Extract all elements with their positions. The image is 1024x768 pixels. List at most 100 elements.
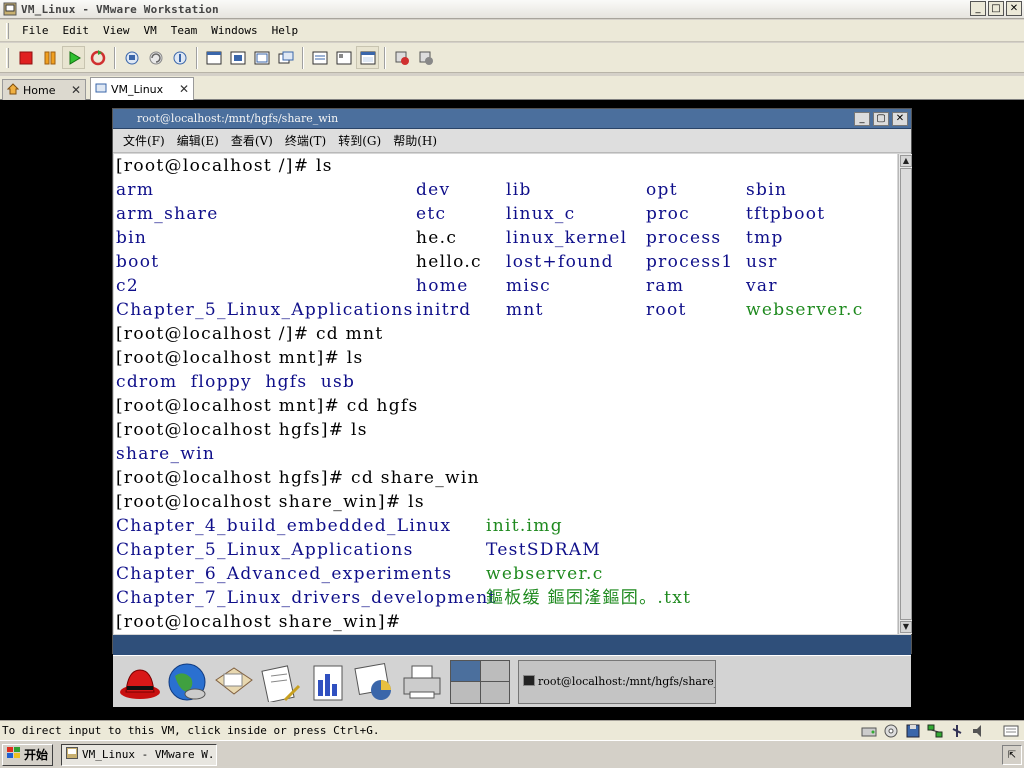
fit-guest-icon[interactable] bbox=[250, 46, 273, 69]
terminal-entry: [root@localhost hgfs]# ls bbox=[116, 420, 368, 440]
terminal-entry: mnt bbox=[506, 300, 544, 320]
tab-home[interactable]: Home ✕ bbox=[2, 79, 86, 100]
menu-windows[interactable]: Windows bbox=[204, 22, 264, 39]
tab-home-close-icon[interactable]: ✕ bbox=[71, 83, 81, 97]
terminal-entry: [root@localhost share_win]# bbox=[116, 612, 402, 632]
reset-icon[interactable] bbox=[86, 46, 109, 69]
guest-menu-go[interactable]: 转到(G) bbox=[332, 132, 387, 149]
toolbar bbox=[0, 43, 1024, 73]
workspace-4[interactable] bbox=[480, 682, 509, 703]
terminal-entry: init.img bbox=[486, 516, 563, 536]
guest-maximize-button[interactable]: ▢ bbox=[873, 111, 889, 126]
hard-disk-icon[interactable] bbox=[860, 723, 878, 739]
workspace-switcher[interactable] bbox=[450, 659, 510, 704]
scrollbar-thumb[interactable] bbox=[900, 168, 912, 620]
terminal-entry: process bbox=[646, 228, 722, 248]
snapshot-manager-icon[interactable] bbox=[168, 46, 191, 69]
terminal-line: Chapter_5_Linux_Applications TestSDRAM bbox=[116, 538, 896, 562]
guest-taskbar-terminal-label: root@localhost:/mnt/hgfs/share_wi bbox=[538, 675, 716, 688]
revert-snapshot-icon[interactable] bbox=[144, 46, 167, 69]
terminal-entry: root bbox=[646, 300, 687, 320]
home-icon bbox=[6, 82, 20, 98]
guest-minimize-button[interactable]: _ bbox=[854, 111, 870, 126]
terminal-line: Chapter_4_build_embedded_Linux init.img bbox=[116, 514, 896, 538]
connect-device-icon[interactable] bbox=[390, 46, 413, 69]
guest-terminal-title-bar[interactable]: root@localhost:/mnt/hgfs/share_win _ ▢ ✕ bbox=[113, 109, 911, 129]
console-view-icon[interactable] bbox=[356, 46, 379, 69]
guest-panel-edge bbox=[113, 635, 911, 655]
terminal-scrollbar[interactable]: ▲ ▼ bbox=[898, 154, 912, 634]
guest-menu-view[interactable]: 查看(V) bbox=[225, 132, 279, 149]
start-button[interactable]: 开始 bbox=[2, 743, 54, 766]
menu-view[interactable]: View bbox=[96, 22, 137, 39]
terminal-line: [root@localhost hgfs]# cd share_win bbox=[116, 466, 896, 490]
taskbar-vmware-button[interactable]: VM_Linux - VMware W... bbox=[61, 743, 218, 766]
mail-icon[interactable] bbox=[211, 659, 257, 705]
fit-window-icon[interactable] bbox=[274, 46, 297, 69]
windows-logo-icon bbox=[7, 747, 21, 762]
sound-icon[interactable] bbox=[970, 723, 988, 739]
tab-vm-linux-close-icon[interactable]: ✕ bbox=[179, 82, 189, 96]
toolbar-grip[interactable] bbox=[6, 47, 9, 68]
terminal-entry: tmp bbox=[746, 228, 784, 248]
menu-file[interactable]: File bbox=[15, 22, 56, 39]
menu-vm[interactable]: VM bbox=[137, 22, 164, 39]
redhat-menu-icon[interactable] bbox=[117, 659, 163, 705]
workspace-2[interactable] bbox=[480, 660, 509, 681]
scroll-down-icon[interactable]: ▼ bbox=[900, 621, 912, 633]
menu-team[interactable]: Team bbox=[164, 22, 205, 39]
cdrom-icon[interactable] bbox=[882, 723, 900, 739]
appliance-view-icon[interactable] bbox=[332, 46, 355, 69]
guest-terminal-window[interactable]: root@localhost:/mnt/hgfs/share_win _ ▢ ✕… bbox=[112, 108, 912, 654]
vmware-taskbar-icon bbox=[66, 747, 79, 762]
scroll-up-icon[interactable]: ▲ bbox=[900, 155, 912, 167]
guest-menu-file[interactable]: 文件(F) bbox=[117, 132, 171, 149]
disconnect-device-icon[interactable] bbox=[414, 46, 437, 69]
minimize-button[interactable]: _ bbox=[970, 1, 986, 16]
terminal-line: Chapter_5_Linux_Applications initrd mnt roo… bbox=[116, 298, 896, 322]
power-on-icon[interactable] bbox=[62, 46, 85, 69]
guest-terminal-menubar: 文件(F) 编辑(E) 查看(V) 终端(T) 转到(G) 帮助(H) bbox=[113, 129, 911, 153]
window-title-bar[interactable]: VM_Linux - VMware Workstation _ □ ✕ bbox=[0, 0, 1024, 19]
terminal-line: [root@localhost /]# ls bbox=[116, 154, 896, 178]
writer-icon[interactable] bbox=[258, 659, 304, 705]
snapshot-icon[interactable] bbox=[120, 46, 143, 69]
menubar-grip[interactable] bbox=[6, 22, 9, 39]
guest-menu-edit[interactable]: 编辑(E) bbox=[171, 132, 225, 149]
menu-help[interactable]: Help bbox=[265, 22, 306, 39]
guest-taskbar-terminal-button[interactable]: root@localhost:/mnt/hgfs/share_wi bbox=[518, 659, 716, 704]
workspace-1[interactable] bbox=[451, 660, 480, 681]
pause-icon[interactable] bbox=[38, 46, 61, 69]
terminal-line: c2 home misc ram var bbox=[116, 274, 896, 298]
power-off-icon[interactable] bbox=[14, 46, 37, 69]
show-desktop-icon[interactable]: ⇱ bbox=[1002, 745, 1022, 765]
terminal-output[interactable]: [root@localhost /]# ls arm dev lib opt sbin ar… bbox=[114, 154, 897, 634]
usb-icon[interactable] bbox=[948, 723, 966, 739]
tab-vm-linux[interactable]: VM_Linux ✕ bbox=[90, 77, 194, 100]
terminal-entry: Chapter_5_Linux_Applications bbox=[116, 540, 414, 560]
spreadsheet-icon[interactable] bbox=[305, 659, 351, 705]
guest-gnome-panel: root@localhost:/mnt/hgfs/share_wi bbox=[113, 655, 911, 707]
network-icon[interactable] bbox=[926, 723, 944, 739]
close-button[interactable]: ✕ bbox=[1006, 1, 1022, 16]
message-log-icon[interactable] bbox=[1002, 723, 1020, 739]
menu-edit[interactable]: Edit bbox=[56, 22, 97, 39]
terminal-entry: Chapter_7_Linux_drivers_development bbox=[116, 588, 497, 608]
floppy-icon[interactable] bbox=[904, 723, 922, 739]
web-browser-icon[interactable] bbox=[164, 659, 210, 705]
guest-terminal-title: root@localhost:/mnt/hgfs/share_win bbox=[137, 112, 339, 125]
maximize-button[interactable]: □ bbox=[988, 1, 1004, 16]
guest-close-button[interactable]: ✕ bbox=[892, 111, 908, 126]
quick-switch-icon[interactable] bbox=[202, 46, 225, 69]
full-screen-icon[interactable] bbox=[226, 46, 249, 69]
guest-menu-terminal[interactable]: 终端(T) bbox=[279, 132, 332, 149]
terminal-entry: [root@localhost /]# ls bbox=[116, 156, 333, 176]
workspace-3[interactable] bbox=[451, 682, 480, 703]
summary-icon[interactable] bbox=[308, 46, 331, 69]
presentation-icon[interactable] bbox=[352, 659, 398, 705]
printer-icon[interactable] bbox=[399, 659, 445, 705]
terminal-entry: arm bbox=[116, 180, 155, 200]
terminal-line: arm_share etc linux_c proc tftpboot bbox=[116, 202, 896, 226]
terminal-line: [root@localhost mnt]# ls bbox=[116, 346, 896, 370]
guest-menu-help[interactable]: 帮助(H) bbox=[387, 132, 443, 149]
